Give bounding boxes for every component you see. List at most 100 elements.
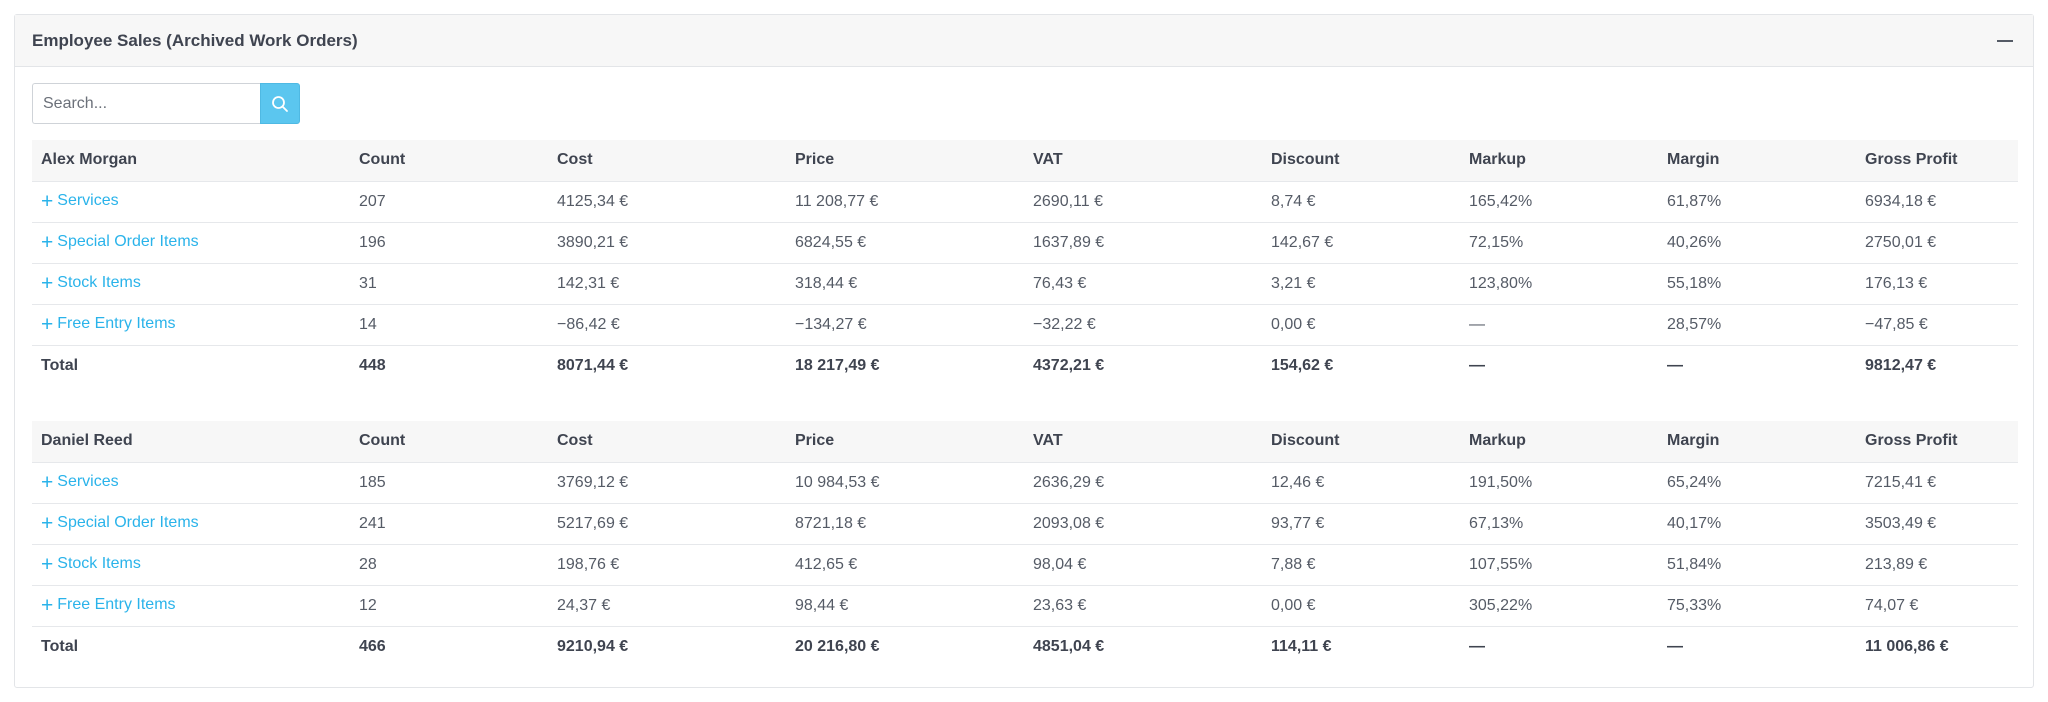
- margin-cell: 65,24%: [1658, 462, 1856, 504]
- markup-cell: 191,50%: [1460, 462, 1658, 504]
- expand-category-link[interactable]: + Stock Items: [41, 273, 141, 294]
- employee-sales-table: Alex Morgan Count Cost Price VAT Discount Mark…: [32, 140, 2018, 386]
- price-cell: 8721,18 €: [786, 503, 1024, 545]
- table-row: + Free Entry Items 12 24,37 €98,44 €23,63 €…: [32, 585, 2018, 627]
- search-group: [32, 83, 300, 124]
- count-cell: 28: [350, 544, 548, 586]
- category-cell: + Free Entry Items: [32, 304, 350, 346]
- column-header: Margin: [1658, 421, 1856, 463]
- category-cell: + Special Order Items: [32, 222, 350, 264]
- employee-sales-table: Daniel Reed Count Cost Price VAT Discount Mark…: [32, 421, 2018, 667]
- expand-category-link[interactable]: + Special Order Items: [41, 513, 199, 534]
- employee-sales-panel: Employee Sales (Archived Work Orders) Al…: [14, 14, 2034, 688]
- search-input[interactable]: [32, 83, 260, 124]
- column-header: VAT: [1024, 421, 1262, 463]
- column-header: Gross Profit: [1856, 421, 2018, 463]
- plus-icon: +: [41, 312, 54, 336]
- markup-cell: 72,15%: [1460, 222, 1658, 264]
- total-label: Total: [41, 637, 79, 655]
- discount-cell: 3,21 €: [1262, 263, 1460, 305]
- column-header: Cost: [548, 140, 786, 182]
- margin-cell: 40,26%: [1658, 222, 1856, 264]
- search-button[interactable]: [260, 83, 300, 124]
- discount-cell: 93,77 €: [1262, 503, 1460, 545]
- margin-cell: 61,87%: [1658, 181, 1856, 223]
- expand-category-link[interactable]: + Free Entry Items: [41, 595, 176, 616]
- total-row: Total 448 8071,44 € 18 217,49 € 4372,21 € 154…: [32, 345, 2018, 386]
- table-row: + Special Order Items 241 5217,69 €8721,18 …: [32, 503, 2018, 545]
- employee-name: Alex Morgan: [32, 140, 350, 182]
- gross-profit-cell: 3503,49 €: [1856, 503, 2018, 545]
- count-cell: 12: [350, 585, 548, 627]
- vat-cell: 2636,29 €: [1024, 462, 1262, 504]
- gross-profit-cell: 2750,01 €: [1856, 222, 2018, 264]
- column-header: Gross Profit: [1856, 140, 2018, 182]
- count-cell: 207: [350, 181, 548, 223]
- count-cell: 185: [350, 462, 548, 504]
- count-cell: 14: [350, 304, 548, 346]
- margin-cell: 75,33%: [1658, 585, 1856, 627]
- vat-cell: 23,63 €: [1024, 585, 1262, 627]
- total-price-cell: 20 216,80 €: [795, 637, 880, 655]
- gross-profit-cell: 213,89 €: [1856, 544, 2018, 586]
- table-row: + Special Order Items 196 3890,21 €6824,55 …: [32, 222, 2018, 264]
- category-label: Services: [57, 473, 119, 490]
- total-cost-cell: 9210,94 €: [557, 637, 629, 655]
- table-row: + Services 185 3769,12 €10 984,53 €2636,29 …: [32, 462, 2018, 504]
- table-header-row: Alex Morgan Count Cost Price VAT Discount Mark…: [32, 140, 2018, 182]
- discount-cell: 12,46 €: [1262, 462, 1460, 504]
- total-price-cell: 18 217,49 €: [795, 356, 880, 374]
- gross-profit-cell: −47,85 €: [1856, 304, 2018, 346]
- category-label: Special Order Items: [57, 514, 199, 531]
- total-gross-profit-cell: 11 006,86 €: [1865, 637, 1949, 655]
- price-cell: 412,65 €: [786, 544, 1024, 586]
- expand-category-link[interactable]: + Free Entry Items: [41, 314, 176, 335]
- plus-icon: +: [41, 593, 54, 617]
- plus-icon: +: [41, 511, 54, 535]
- markup-cell: —: [1460, 304, 1658, 346]
- total-count-cell: 466: [359, 637, 386, 655]
- total-markup-cell: —: [1469, 356, 1485, 374]
- employee-name: Daniel Reed: [32, 421, 350, 463]
- discount-cell: 8,74 €: [1262, 181, 1460, 223]
- count-cell: 241: [350, 503, 548, 545]
- margin-cell: 51,84%: [1658, 544, 1856, 586]
- total-margin-cell: —: [1667, 356, 1683, 374]
- gross-profit-cell: 7215,41 €: [1856, 462, 2018, 504]
- total-discount-cell: 154,62 €: [1271, 356, 1334, 374]
- column-header: VAT: [1024, 140, 1262, 182]
- column-header: Discount: [1262, 421, 1460, 463]
- category-cell: + Services: [32, 462, 350, 504]
- vat-cell: 76,43 €: [1024, 263, 1262, 305]
- category-label: Stock Items: [57, 555, 141, 572]
- price-cell: −134,27 €: [786, 304, 1024, 346]
- panel-header: Employee Sales (Archived Work Orders): [15, 15, 2033, 67]
- vat-cell: 2690,11 €: [1024, 181, 1262, 223]
- total-cost-cell: 8071,44 €: [557, 356, 629, 374]
- price-cell: 6824,55 €: [786, 222, 1024, 264]
- total-label: Total: [41, 356, 79, 374]
- cost-cell: 3769,12 €: [548, 462, 786, 504]
- plus-icon: +: [41, 470, 54, 494]
- plus-icon: +: [41, 189, 54, 213]
- gross-profit-cell: 74,07 €: [1856, 585, 2018, 627]
- expand-category-link[interactable]: + Services: [41, 191, 119, 212]
- column-header: Discount: [1262, 140, 1460, 182]
- collapse-icon[interactable]: [1994, 30, 2016, 52]
- expand-category-link[interactable]: + Stock Items: [41, 554, 141, 575]
- plus-icon: +: [41, 271, 54, 295]
- expand-category-link[interactable]: + Services: [41, 472, 119, 493]
- plus-icon: +: [41, 552, 54, 576]
- count-cell: 196: [350, 222, 548, 264]
- margin-cell: 28,57%: [1658, 304, 1856, 346]
- total-discount-cell: 114,11 €: [1271, 637, 1332, 655]
- expand-category-link[interactable]: + Special Order Items: [41, 232, 199, 253]
- table-row: + Stock Items 31 142,31 €318,44 €76,43 €3,2…: [32, 263, 2018, 305]
- total-markup-cell: —: [1469, 637, 1485, 655]
- discount-cell: 142,67 €: [1262, 222, 1460, 264]
- vat-cell: −32,22 €: [1024, 304, 1262, 346]
- employee-tables: Alex Morgan Count Cost Price VAT Discount Mark…: [32, 140, 2018, 667]
- cost-cell: 4125,34 €: [548, 181, 786, 223]
- price-cell: 318,44 €: [786, 263, 1024, 305]
- table-row: + Stock Items 28 198,76 €412,65 €98,04 €7,8…: [32, 544, 2018, 586]
